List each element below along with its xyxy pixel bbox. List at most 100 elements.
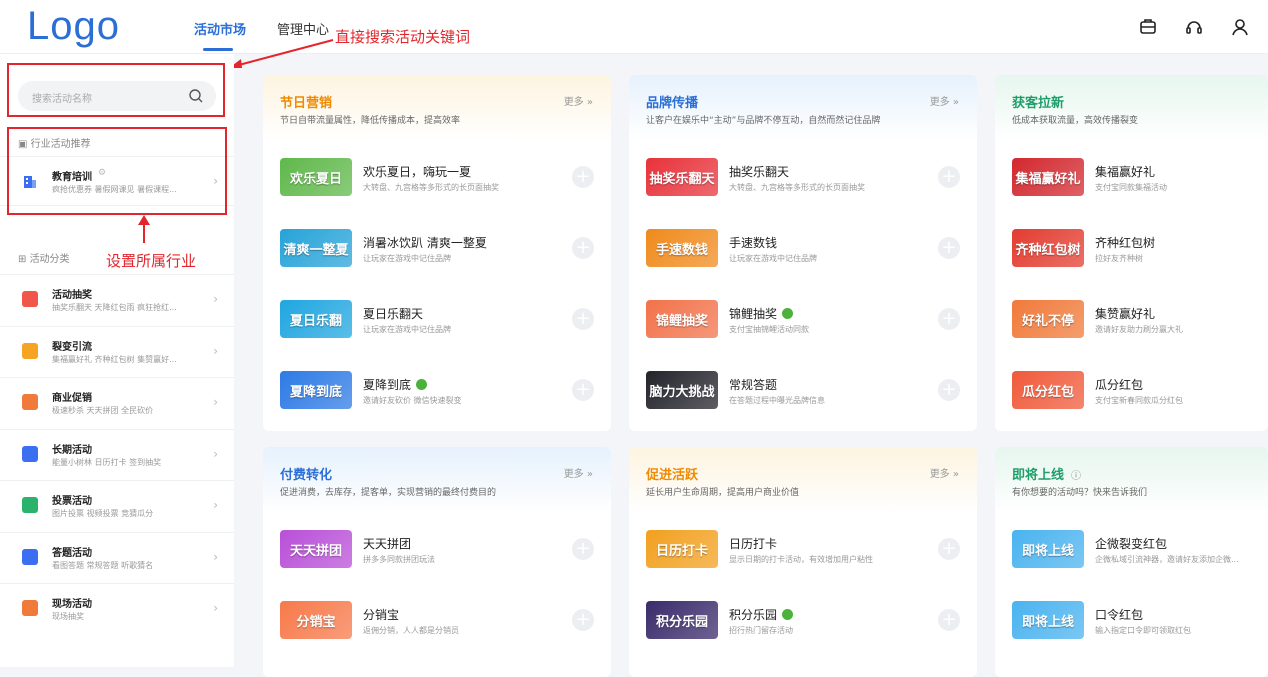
activity-thumbnail[interactable]: 好礼不停 bbox=[1012, 300, 1084, 338]
activity-thumbnail[interactable]: 即将上线 bbox=[1012, 601, 1084, 639]
add-activity-button[interactable]: + bbox=[572, 609, 594, 631]
annotation-search-keyword: 直接搜索活动关键词 bbox=[335, 28, 471, 46]
user-icon[interactable] bbox=[1230, 17, 1250, 37]
activity-row[interactable]: 天天拼团 天天拼团拼多多同款拼团玩法 + bbox=[263, 513, 611, 583]
add-activity-button[interactable]: + bbox=[938, 237, 960, 259]
sidebar-category-item[interactable]: 裂变引流 集福赢好礼 齐种红包树 集赞赢好... › bbox=[0, 325, 234, 376]
double-chevron-right-icon: » bbox=[952, 97, 959, 108]
card-subtitle: 有你想要的活动吗？快来告诉我们 bbox=[1012, 488, 1148, 498]
category-icon bbox=[22, 394, 38, 410]
logo[interactable]: Logo bbox=[27, 4, 120, 49]
add-activity-button[interactable]: + bbox=[572, 538, 594, 560]
annotation-arrow-industry bbox=[138, 215, 150, 243]
activity-title: 欢乐夏日，嗨玩一夏 bbox=[363, 165, 472, 179]
card-title: 品牌传播 bbox=[646, 96, 699, 111]
activity-subtitle: 返佣分销，人人都是分销员 bbox=[363, 626, 459, 635]
activity-card: 付费转化 促进消费，去库存，提客单，实现营销的最终付费目的 更多 » 天天拼团 天天拼团… bbox=[263, 447, 611, 677]
activity-subtitle: 支付宝同款集福活动 bbox=[1095, 183, 1167, 192]
chevron-right-icon: › bbox=[213, 498, 218, 512]
add-activity-button[interactable]: + bbox=[938, 538, 960, 560]
activity-subtitle: 显示日期的打卡活动，有效增加用户粘性 bbox=[729, 555, 873, 564]
activity-row[interactable]: 集福赢好礼 集福赢好礼 支付宝同款集福活动 bbox=[995, 141, 1268, 211]
activity-row[interactable]: 清爽一整夏 消暑冰饮趴 清爽一整夏 让玩家在游戏中记住品牌 + bbox=[263, 212, 611, 282]
activity-thumbnail[interactable]: 欢乐夏日 bbox=[280, 158, 352, 196]
category-sub: 极速秒杀 天天拼团 全民砍价 bbox=[52, 406, 154, 415]
activity-thumbnail[interactable]: 抽奖乐翻天 bbox=[646, 158, 718, 196]
activity-thumbnail[interactable]: 清爽一整夏 bbox=[280, 229, 352, 267]
card-header: 节日营销 节日自带流量属性，降低传播成本，提高效率 更多 » bbox=[263, 75, 611, 141]
sidebar-category-item[interactable]: 投票活动 图片投票 视频投票 竞猜瓜分 › bbox=[0, 480, 234, 530]
activity-thumbnail[interactable]: 日历打卡 bbox=[646, 530, 718, 568]
category-section-icon: ⊞ bbox=[18, 254, 30, 265]
activity-title: 天天拼团 bbox=[363, 537, 412, 551]
activity-row[interactable]: 脑力大挑战 常规答题 在答题过程中曝光品牌信息 + bbox=[629, 354, 977, 424]
activity-row[interactable]: 夏降到底 夏降到底 邀请好友砍价 微信快速裂变 + bbox=[263, 354, 611, 424]
chevron-right-icon: › bbox=[213, 292, 218, 306]
category-title: 现场活动 bbox=[52, 599, 92, 610]
add-activity-button[interactable]: + bbox=[572, 379, 594, 401]
activity-thumbnail[interactable]: 积分乐园 bbox=[646, 601, 718, 639]
category-icon bbox=[22, 548, 38, 565]
category-title: 答题活动 bbox=[52, 547, 92, 559]
activity-row[interactable]: 积分乐园 积分乐园 招行热门留存活动 + bbox=[629, 584, 977, 654]
activity-thumbnail[interactable]: 锦鲤抽奖 bbox=[646, 300, 718, 338]
activity-subtitle: 拉好友齐种树 bbox=[1095, 254, 1143, 263]
activity-card: 即将上线 ⓘ 有你想要的活动吗？快来告诉我们即将上线 企微裂变红包 企微私域引流神器，邀… bbox=[995, 447, 1268, 677]
activity-thumbnail[interactable]: 手速数钱 bbox=[646, 229, 718, 267]
sidebar-category-item[interactable]: 答题活动 看图答题 常规答题 听歌猜名 › bbox=[0, 531, 234, 582]
activity-row[interactable]: 夏日乐翻 夏日乐翻天 让玩家在游戏中记住品牌 + bbox=[263, 283, 611, 353]
add-activity-button[interactable]: + bbox=[572, 237, 594, 259]
activity-thumbnail[interactable]: 夏降到底 bbox=[280, 371, 352, 409]
card-title: 节日营销 bbox=[280, 96, 333, 111]
activity-thumbnail[interactable]: 分销宝 bbox=[280, 601, 352, 639]
activity-title: 锦鲤抽奖 bbox=[729, 305, 794, 322]
add-activity-button[interactable]: + bbox=[938, 609, 960, 631]
activity-thumbnail[interactable]: 齐种红包树 bbox=[1012, 229, 1084, 267]
more-link[interactable]: 更多 » bbox=[564, 465, 593, 480]
add-activity-button[interactable]: + bbox=[938, 379, 960, 401]
add-activity-button[interactable]: + bbox=[572, 166, 594, 188]
top-header: Logo 活动市场 管理中心 bbox=[0, 0, 1268, 54]
more-link[interactable]: 更多 » bbox=[564, 93, 593, 108]
activity-row[interactable]: 即将上线 企微裂变红包 企微私域引流神器，邀请好友添加企微... bbox=[995, 513, 1268, 583]
more-link[interactable]: 更多 » bbox=[930, 93, 959, 108]
more-link[interactable]: 更多 » bbox=[930, 465, 959, 480]
activity-row[interactable]: 瓜分红包 瓜分红包 支付宝新春同款瓜分红包 bbox=[995, 354, 1268, 424]
activity-thumbnail[interactable]: 集福赢好礼 bbox=[1012, 158, 1084, 196]
activity-row[interactable]: 分销宝 分销宝 返佣分销，人人都是分销员 + bbox=[263, 584, 611, 654]
activity-row[interactable]: 锦鲤抽奖 锦鲤抽奖 支付宝抽锦鲤活动同款 + bbox=[629, 283, 977, 353]
activity-subtitle: 企微私域引流神器，邀请好友添加企微... bbox=[1095, 555, 1239, 564]
activity-thumbnail[interactable]: 即将上线 bbox=[1012, 530, 1084, 568]
add-activity-button[interactable]: + bbox=[938, 308, 960, 330]
activity-row[interactable]: 即将上线 口令红包 输入指定口令即可领取红包 bbox=[995, 584, 1268, 654]
activity-title: 抽奖乐翻天 bbox=[729, 165, 790, 179]
activity-card: 品牌传播 让客户在娱乐中“主动”与品牌不停互动，自然而然记住品牌 更多 » 抽奖乐翻天… bbox=[629, 75, 977, 431]
activity-row[interactable]: 齐种红包树 齐种红包树 拉好友齐种树 bbox=[995, 212, 1268, 282]
activity-row[interactable]: 好礼不停 集赞赢好礼 邀请好友助力刷分赢大礼 bbox=[995, 283, 1268, 353]
activity-row[interactable]: 手速数钱 手速数钱 让玩家在游戏中记住品牌 + bbox=[629, 212, 977, 282]
card-header: 促进活跃 延长用户生命周期，提高用户商业价值 更多 » bbox=[629, 447, 977, 513]
category-title: 投票活动 bbox=[52, 496, 92, 507]
activity-subtitle: 大转盘、九宫格等多形式的长页面抽奖 bbox=[363, 183, 499, 192]
activity-subtitle: 拼多多同款拼团玩法 bbox=[363, 555, 435, 564]
category-icon bbox=[22, 342, 38, 359]
category-sub: 抽奖乐翻天 天降红包雨 疯狂抢红... bbox=[52, 303, 177, 312]
headset-icon[interactable] bbox=[1184, 17, 1204, 37]
activity-thumbnail[interactable]: 脑力大挑战 bbox=[646, 371, 718, 409]
activity-row[interactable]: 欢乐夏日 欢乐夏日，嗨玩一夏大转盘、九宫格等多形式的长页面抽奖 + bbox=[263, 141, 611, 211]
activity-thumbnail[interactable]: 瓜分红包 bbox=[1012, 371, 1084, 409]
activity-title: 常规答题 bbox=[729, 378, 778, 392]
activity-row[interactable]: 抽奖乐翻天 抽奖乐翻天 大转盘、九宫格等多形式的长页面抽奖 + bbox=[629, 141, 977, 211]
activity-row[interactable]: 日历打卡 日历打卡 显示日期的打卡活动，有效增加用户粘性 + bbox=[629, 513, 977, 583]
activity-thumbnail[interactable]: 天天拼团 bbox=[280, 530, 352, 568]
toolbox-icon[interactable] bbox=[1138, 17, 1158, 37]
card-title: 付费转化 bbox=[280, 468, 333, 483]
add-activity-button[interactable]: + bbox=[938, 166, 960, 188]
sidebar-category-item[interactable]: 长期活动 能量小树林 日历打卡 签到抽奖 › bbox=[0, 428, 234, 479]
activity-thumbnail[interactable]: 夏日乐翻 bbox=[280, 300, 352, 338]
add-activity-button[interactable]: + bbox=[572, 308, 594, 330]
sidebar-category-item[interactable]: 活动抽奖 抽奖乐翻天 天降红包雨 疯狂抢红... › bbox=[0, 274, 234, 324]
help-icon[interactable]: ⓘ bbox=[1071, 467, 1081, 482]
sidebar-category-item[interactable]: 现场活动 现场抽奖 › bbox=[0, 583, 234, 633]
sidebar-category-item[interactable]: 商业促销 极速秒杀 天天拼团 全民砍价 › bbox=[0, 377, 234, 427]
